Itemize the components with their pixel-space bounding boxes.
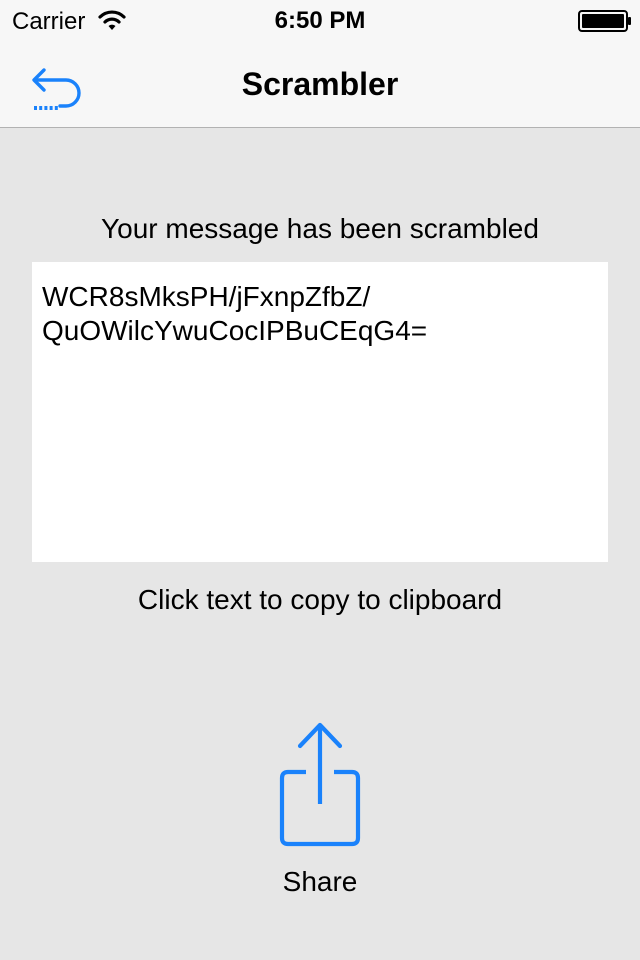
share-label: Share — [282, 866, 358, 897]
copy-hint-label: Click text to copy to clipboard — [137, 584, 503, 615]
status-bar: Carrier 6:50 PM — [0, 0, 640, 40]
navigation-bar: Scrambler — [0, 40, 640, 128]
battery-icon — [578, 10, 631, 32]
scrambled-text-field[interactable] — [32, 262, 608, 562]
page-title: Scrambler — [241, 66, 399, 102]
message-label: Your message has been scrambled — [101, 213, 539, 244]
share-button[interactable]: Share — [240, 716, 400, 906]
status-time: 6:50 PM — [274, 7, 366, 34]
share-icon — [279, 722, 361, 847]
